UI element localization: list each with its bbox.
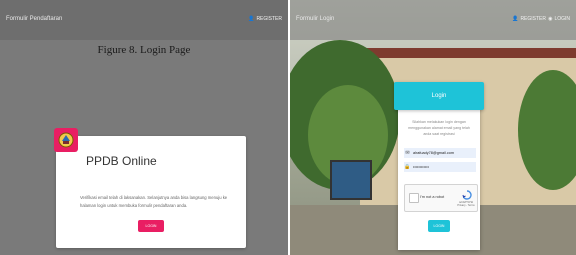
right-login-link[interactable]: ◉ LOGIN <box>548 16 570 22</box>
right-top-bar: Formulir Login 👤 REGISTER ◉ LOGIN <box>290 0 576 40</box>
basketball-board <box>330 160 372 200</box>
user-add-icon: 👤 <box>512 16 519 22</box>
left-app-title: Formulir Pendaftaran <box>6 16 63 22</box>
right-app-title: Formulir Login <box>296 16 335 22</box>
login-button[interactable]: LOGIN <box>138 220 164 232</box>
left-register-link[interactable]: 👤 REGISTER <box>248 16 282 22</box>
email-icon: ✉ <box>405 150 410 156</box>
left-screenshot: Formulir Pendaftaran 👤 REGISTER Figure 8… <box>0 0 288 255</box>
right-login-label: LOGIN <box>554 16 570 22</box>
right-screenshot: Formulir Login 👤 REGISTER ◉ LOGIN Login … <box>290 0 576 255</box>
school-logo-icon <box>54 128 78 152</box>
figure-caption: Figure 8. Login Page <box>97 44 191 56</box>
captcha-links: Privacy - Terms <box>457 204 475 207</box>
lock-icon: 🔒 <box>404 164 411 170</box>
ppdb-title: PPDB Online <box>86 154 157 168</box>
left-register-label: REGISTER <box>256 16 282 22</box>
captcha-checkbox[interactable] <box>409 193 419 203</box>
login-submit-button[interactable]: LOGIN <box>428 220 450 232</box>
right-register-link[interactable]: 👤 REGISTER <box>512 16 546 22</box>
captcha-brand: reCAPTCHA Privacy - Terms <box>457 201 475 207</box>
password-input[interactable] <box>411 165 473 169</box>
right-register-label: REGISTER <box>520 16 546 22</box>
left-top-bar: Formulir Pendaftaran 👤 REGISTER <box>0 0 288 40</box>
verification-message: Verifikasi email telah di laksanakan. Se… <box>80 195 228 208</box>
ppdb-card: PPDB Online Verifikasi email telah di la… <box>54 128 246 248</box>
email-input[interactable] <box>411 151 473 155</box>
recaptcha-widget: I'm not a robot reCAPTCHA Privacy - Term… <box>404 184 478 212</box>
user-add-icon: 👤 <box>248 16 255 22</box>
recaptcha-logo-icon <box>462 190 472 200</box>
login-header: Login <box>394 82 484 110</box>
login-card: Login Silahkan melakukan login dengan me… <box>394 82 484 250</box>
login-message: Silahkan melakukan login dengan mengguna… <box>408 120 470 136</box>
password-field[interactable]: 🔒 <box>404 162 476 172</box>
email-field[interactable]: ✉ <box>404 148 476 158</box>
fingerprint-icon: ◉ <box>548 16 553 22</box>
captcha-label: I'm not a robot <box>420 195 445 199</box>
